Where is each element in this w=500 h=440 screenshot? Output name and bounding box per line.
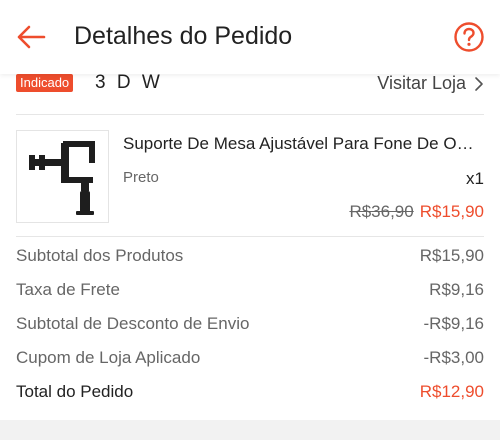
- summary-label: Subtotal dos Produtos: [16, 246, 184, 265]
- section-gap: [0, 420, 500, 440]
- product-variant: Preto: [123, 169, 159, 186]
- summary-value: -R$9,16: [423, 314, 484, 333]
- summary-value: -R$3,00: [423, 348, 484, 367]
- product-price-row: R$36,90 R$15,90: [349, 202, 484, 222]
- help-question-icon[interactable]: [453, 21, 485, 53]
- summary-value: R$15,90: [419, 246, 484, 265]
- discounted-price: R$15,90: [419, 202, 484, 221]
- headphone-stand-image: [29, 141, 95, 215]
- page-title: Detalhes do Pedido: [74, 22, 293, 50]
- summary-row: Cupom de Loja Aplicado -R$3,00: [16, 348, 484, 382]
- product-image[interactable]: [16, 130, 109, 223]
- back-arrow-icon[interactable]: [14, 20, 48, 54]
- divider: [16, 236, 484, 237]
- order-total-row: Total do Pedido R$12,90: [16, 382, 484, 416]
- summary-label: Cupom de Loja Aplicado: [16, 348, 201, 367]
- chevron-right-icon: [475, 76, 483, 91]
- visit-shop-label: Visitar Loja: [377, 73, 466, 93]
- product-quantity: x1: [466, 169, 484, 188]
- visit-shop-link[interactable]: Visitar Loja: [377, 73, 484, 94]
- divider: [16, 114, 484, 115]
- recommended-badge: Indicado: [16, 74, 74, 92]
- order-total-label: Total do Pedido: [16, 382, 134, 401]
- summary-value: R$9,16: [429, 280, 484, 299]
- summary-row: Subtotal dos Produtos R$15,90: [16, 246, 484, 280]
- original-price: R$36,90: [349, 202, 414, 221]
- order-total-value: R$12,90: [419, 382, 484, 401]
- summary-row: Taxa de Frete R$9,16: [16, 280, 484, 314]
- shop-name: 3 D W: [95, 72, 163, 93]
- product-name[interactable]: Suporte De Mesa Ajustável Para Fone De O…: [123, 134, 483, 154]
- order-summary: Subtotal dos Produtos R$15,90 Taxa de Fr…: [16, 246, 484, 416]
- shop-row: Indicado 3 D W Visitar Loja: [16, 72, 484, 114]
- summary-row: Subtotal de Desconto de Envio -R$9,16: [16, 314, 484, 348]
- summary-label: Subtotal de Desconto de Envio: [16, 314, 250, 333]
- top-app-bar: Detalhes do Pedido: [0, 0, 500, 74]
- order-detail-card: Indicado 3 D W Visitar Loja Suporte De M…: [0, 72, 500, 420]
- summary-label: Taxa de Frete: [16, 280, 120, 299]
